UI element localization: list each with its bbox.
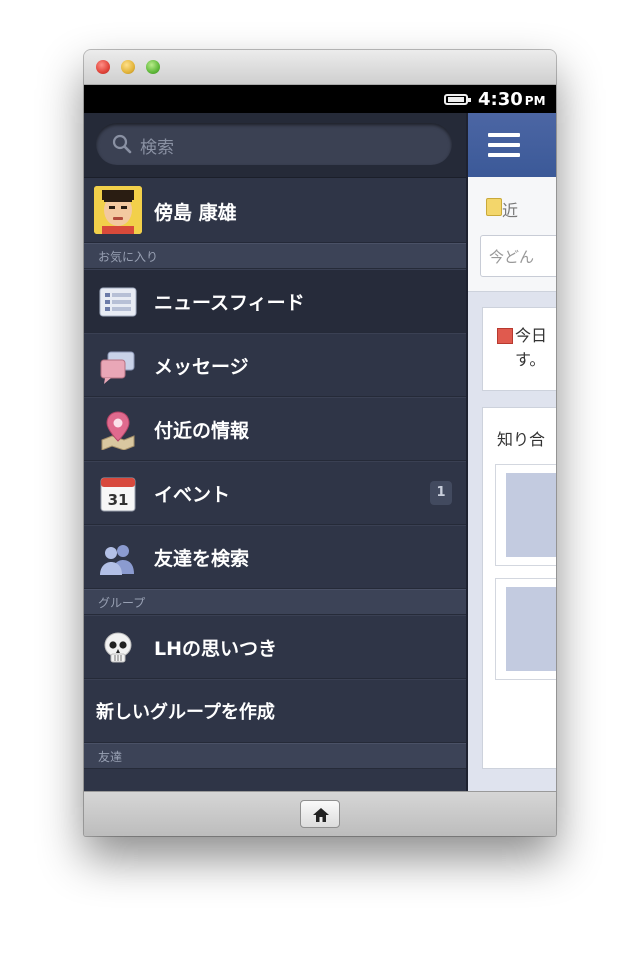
profile-item[interactable]: 傍島 康雄: [84, 178, 466, 243]
status-clock: 4:30 PM: [478, 89, 546, 110]
menu-label-news-feed: ニュースフィード: [154, 292, 305, 314]
close-window-button[interactable]: [96, 60, 110, 74]
search-placeholder: 検索: [140, 138, 174, 158]
menu-label-group-lh: LHの思いつき: [154, 638, 278, 660]
status-bar: 4:30 PM: [84, 85, 556, 113]
clock-time: 4:30: [478, 89, 523, 110]
menu-item-news-feed[interactable]: ニュースフィード: [84, 269, 466, 333]
zoom-window-button[interactable]: [146, 60, 160, 74]
news-feed-icon: [99, 287, 137, 317]
feed-header: [468, 113, 556, 177]
nearby-link[interactable]: 近: [502, 197, 518, 221]
section-header-groups: グループ: [84, 589, 466, 615]
menu-item-group-lh[interactable]: LHの思いつき: [84, 615, 466, 679]
minimize-window-button[interactable]: [121, 60, 135, 74]
home-icon: [313, 808, 329, 822]
menu-item-nearby[interactable]: 付近の情報: [84, 397, 466, 461]
birthday-text-line1: 今日: [515, 326, 548, 345]
status-composer: 近 今どん: [468, 177, 556, 292]
news-feed-panel: 近 今どん 今日 す。 知り合: [468, 113, 556, 791]
section-header-favorites: お気に入り: [84, 243, 466, 269]
events-count-badge: 1: [430, 481, 452, 505]
search-icon: [112, 134, 132, 154]
menu-item-messages[interactable]: メッセージ: [84, 333, 466, 397]
avatar-face-icon: [94, 186, 142, 234]
messages-icon: [100, 351, 135, 384]
battery-icon: [444, 94, 471, 105]
location-pin-icon: [101, 411, 135, 450]
birthday-card[interactable]: 今日 す。: [482, 307, 556, 391]
menu-label-nearby: 付近の情報: [154, 420, 250, 442]
person-silhouette-icon: [506, 473, 556, 557]
menu-label-messages: メッセージ: [154, 356, 249, 378]
search-bar: 検索: [84, 113, 466, 178]
side-menu: 検索 傍島 康雄 お気に入り ニュースフィード メッセージ 付近の情報 31 イ…: [84, 113, 468, 791]
people-you-may-know-card: 知り合: [482, 407, 556, 769]
person-photo[interactable]: [495, 578, 556, 680]
device-bottom-bar: [84, 791, 556, 836]
birthday-text: 今日 す。: [515, 324, 547, 372]
profile-name: 傍島 康雄: [154, 202, 237, 224]
search-input[interactable]: 検索: [96, 123, 452, 165]
birthday-text-line2: す。: [515, 350, 546, 369]
menu-item-events[interactable]: 31 イベント 1: [84, 461, 466, 525]
app-window: 4:30 PM 検索 傍島 康雄 お気に入り ニュースフィード メッセージ 付近…: [84, 50, 556, 836]
window-titlebar: [84, 50, 556, 85]
menu-label-create-group: 新しいグループを作成: [96, 702, 275, 723]
status-placeholder: 今どん: [489, 248, 535, 266]
calendar-icon: 31: [100, 477, 136, 512]
calendar-day: 31: [108, 491, 129, 509]
home-button[interactable]: [300, 800, 340, 828]
person-silhouette-icon: [506, 587, 556, 671]
skull-icon: [104, 632, 132, 663]
gift-icon: [497, 328, 513, 344]
menu-item-create-group[interactable]: 新しいグループを作成: [84, 679, 466, 743]
note-icon: [486, 198, 502, 216]
menu-toggle-icon[interactable]: [488, 133, 520, 157]
section-header-friends: 友達: [84, 743, 466, 769]
status-input[interactable]: 今どん: [480, 235, 556, 277]
menu-label-events: イベント: [154, 484, 231, 506]
menu-item-find-friends[interactable]: 友達を検索: [84, 525, 466, 589]
friends-icon: [100, 545, 134, 575]
people-card-title: 知り合: [497, 430, 546, 449]
avatar: [94, 186, 142, 234]
clock-ampm: PM: [524, 94, 546, 108]
menu-label-find-friends: 友達を検索: [154, 548, 250, 570]
person-photo[interactable]: [495, 464, 556, 566]
